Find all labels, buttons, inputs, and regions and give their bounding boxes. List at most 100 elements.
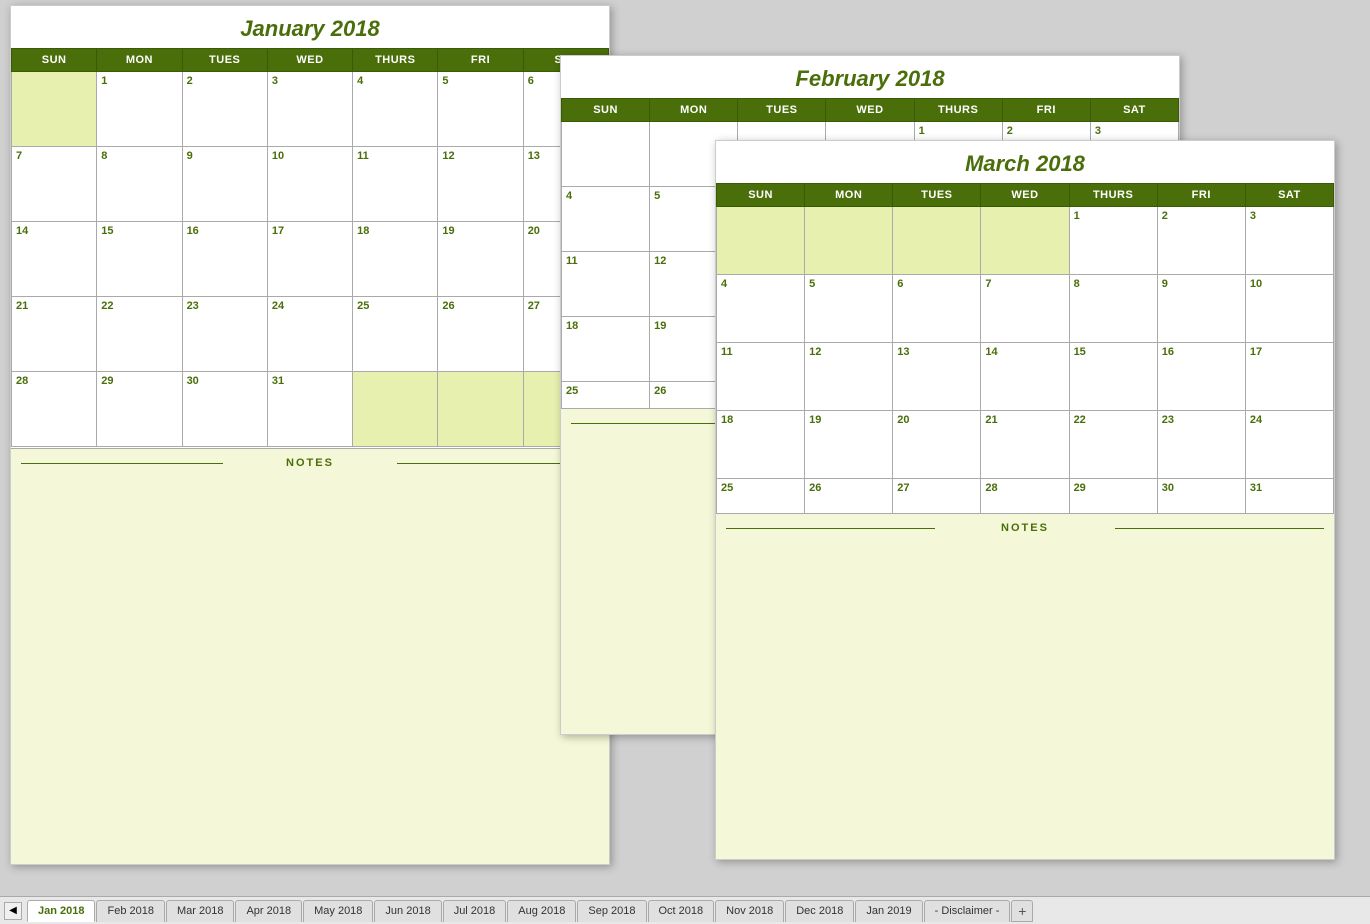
calendar-day-cell: 16 — [1157, 343, 1245, 411]
calendar-day-cell: 25 — [717, 479, 805, 513]
mar-header-mon: MON — [805, 184, 893, 207]
calendar-day-cell: 21 — [12, 297, 97, 372]
calendar-day-cell: 21 — [981, 411, 1069, 479]
calendar-day-cell: 31 — [1245, 479, 1333, 513]
calendar-day-cell — [12, 72, 97, 147]
feb-header-sun: SUN — [562, 99, 650, 122]
calendar-day-cell: 18 — [353, 222, 438, 297]
calendar-day-cell: 28 — [12, 372, 97, 447]
tab-nov-2018[interactable]: Nov 2018 — [715, 900, 784, 922]
calendar-day-cell: 5 — [438, 72, 523, 147]
calendar-day-cell: 5 — [805, 275, 893, 343]
calendar-day-cell: 30 — [1157, 479, 1245, 513]
calendar-march: March 2018 SUNMONTUESWEDTHURSFRISAT 1234… — [715, 140, 1335, 860]
calendar-day-cell: 13 — [893, 343, 981, 411]
table-row: 78910111213 — [12, 147, 609, 222]
calendar-day-cell: 2 — [1157, 207, 1245, 275]
calendar-day-cell: 23 — [1157, 411, 1245, 479]
jan-header-sun: SUN — [12, 49, 97, 72]
calendar-day-cell: 31 — [267, 372, 352, 447]
calendar-day-cell — [562, 122, 650, 187]
mar-header-thurs: THURS — [1069, 184, 1157, 207]
tab-jun-2018[interactable]: Jun 2018 — [374, 900, 441, 922]
feb-header-mon: MON — [650, 99, 738, 122]
calendar-day-cell: 17 — [267, 222, 352, 297]
tab-nav-prev[interactable]: ◀ — [4, 902, 22, 920]
mar-header-wed: WED — [981, 184, 1069, 207]
calendar-january: January 2018 SUNMONTUESWEDTHURSFRISAT 12… — [10, 5, 610, 865]
calendar-day-cell: 10 — [267, 147, 352, 222]
table-row: 28293031 — [12, 372, 609, 447]
tab---disclaimer--[interactable]: - Disclaimer - — [924, 900, 1011, 922]
tab-sep-2018[interactable]: Sep 2018 — [577, 900, 646, 922]
calendar-day-cell: 4 — [353, 72, 438, 147]
jan-title: January 2018 — [11, 6, 609, 48]
jan-header-fri: FRI — [438, 49, 523, 72]
calendar-day-cell: 12 — [805, 343, 893, 411]
tab-jul-2018[interactable]: Jul 2018 — [443, 900, 507, 922]
table-row: 45678910 — [717, 275, 1334, 343]
tab-mar-2018[interactable]: Mar 2018 — [166, 900, 234, 922]
calendar-day-cell: 2 — [182, 72, 267, 147]
tab-apr-2018[interactable]: Apr 2018 — [235, 900, 302, 922]
jan-header-tues: TUES — [182, 49, 267, 72]
calendar-day-cell: 28 — [981, 479, 1069, 513]
calendar-day-cell: 14 — [981, 343, 1069, 411]
calendar-day-cell: 4 — [717, 275, 805, 343]
jan-notes-label: NOTES — [21, 457, 599, 469]
calendar-day-cell: 3 — [267, 72, 352, 147]
mar-notes-label: NOTES — [726, 522, 1324, 534]
jan-grid: SUNMONTUESWEDTHURSFRISAT 123456789101112… — [11, 48, 609, 447]
calendar-day-cell — [438, 372, 523, 447]
calendar-day-cell: 11 — [717, 343, 805, 411]
calendar-day-cell: 14 — [12, 222, 97, 297]
calendar-day-cell: 17 — [1245, 343, 1333, 411]
calendar-day-cell: 29 — [97, 372, 182, 447]
calendar-day-cell: 20 — [893, 411, 981, 479]
calendar-day-cell: 18 — [717, 411, 805, 479]
jan-header-thurs: THURS — [353, 49, 438, 72]
calendar-day-cell: 1 — [97, 72, 182, 147]
calendar-day-cell — [981, 207, 1069, 275]
tab-feb-2018[interactable]: Feb 2018 — [96, 900, 164, 922]
feb-header-thurs: THURS — [914, 99, 1002, 122]
calendar-day-cell: 15 — [1069, 343, 1157, 411]
calendar-day-cell: 4 — [562, 187, 650, 252]
table-row: 25262728293031 — [717, 479, 1334, 513]
calendar-day-cell: 25 — [562, 382, 650, 408]
tab-aug-2018[interactable]: Aug 2018 — [507, 900, 576, 922]
tab-may-2018[interactable]: May 2018 — [303, 900, 373, 922]
table-row: 18192021222324 — [717, 411, 1334, 479]
tab-bar: ◀ Jan 2018Feb 2018Mar 2018Apr 2018May 20… — [0, 896, 1370, 924]
jan-header-wed: WED — [267, 49, 352, 72]
calendar-day-cell: 24 — [1245, 411, 1333, 479]
feb-header-sat: SAT — [1090, 99, 1178, 122]
calendar-day-cell: 11 — [562, 252, 650, 317]
calendar-day-cell: 9 — [182, 147, 267, 222]
add-tab-button[interactable]: + — [1011, 900, 1033, 922]
calendar-day-cell: 10 — [1245, 275, 1333, 343]
calendar-day-cell — [353, 372, 438, 447]
tab-jan-2019[interactable]: Jan 2019 — [855, 900, 922, 922]
calendar-day-cell: 26 — [438, 297, 523, 372]
mar-title: March 2018 — [716, 141, 1334, 183]
calendar-day-cell: 30 — [182, 372, 267, 447]
feb-header-fri: FRI — [1002, 99, 1090, 122]
calendar-day-cell: 16 — [182, 222, 267, 297]
tab-jan-2018[interactable]: Jan 2018 — [27, 900, 95, 922]
calendar-day-cell: 23 — [182, 297, 267, 372]
calendar-day-cell: 27 — [893, 479, 981, 513]
tab-oct-2018[interactable]: Oct 2018 — [648, 900, 715, 922]
calendar-day-cell: 25 — [353, 297, 438, 372]
calendar-day-cell: 11 — [353, 147, 438, 222]
table-row: 14151617181920 — [12, 222, 609, 297]
tab-dec-2018[interactable]: Dec 2018 — [785, 900, 854, 922]
feb-header-wed: WED — [826, 99, 914, 122]
calendar-day-cell: 22 — [97, 297, 182, 372]
calendar-day-cell: 8 — [97, 147, 182, 222]
calendar-day-cell: 1 — [1069, 207, 1157, 275]
mar-header-sun: SUN — [717, 184, 805, 207]
calendar-day-cell: 22 — [1069, 411, 1157, 479]
jan-notes: NOTES — [11, 448, 609, 865]
calendar-day-cell: 6 — [893, 275, 981, 343]
